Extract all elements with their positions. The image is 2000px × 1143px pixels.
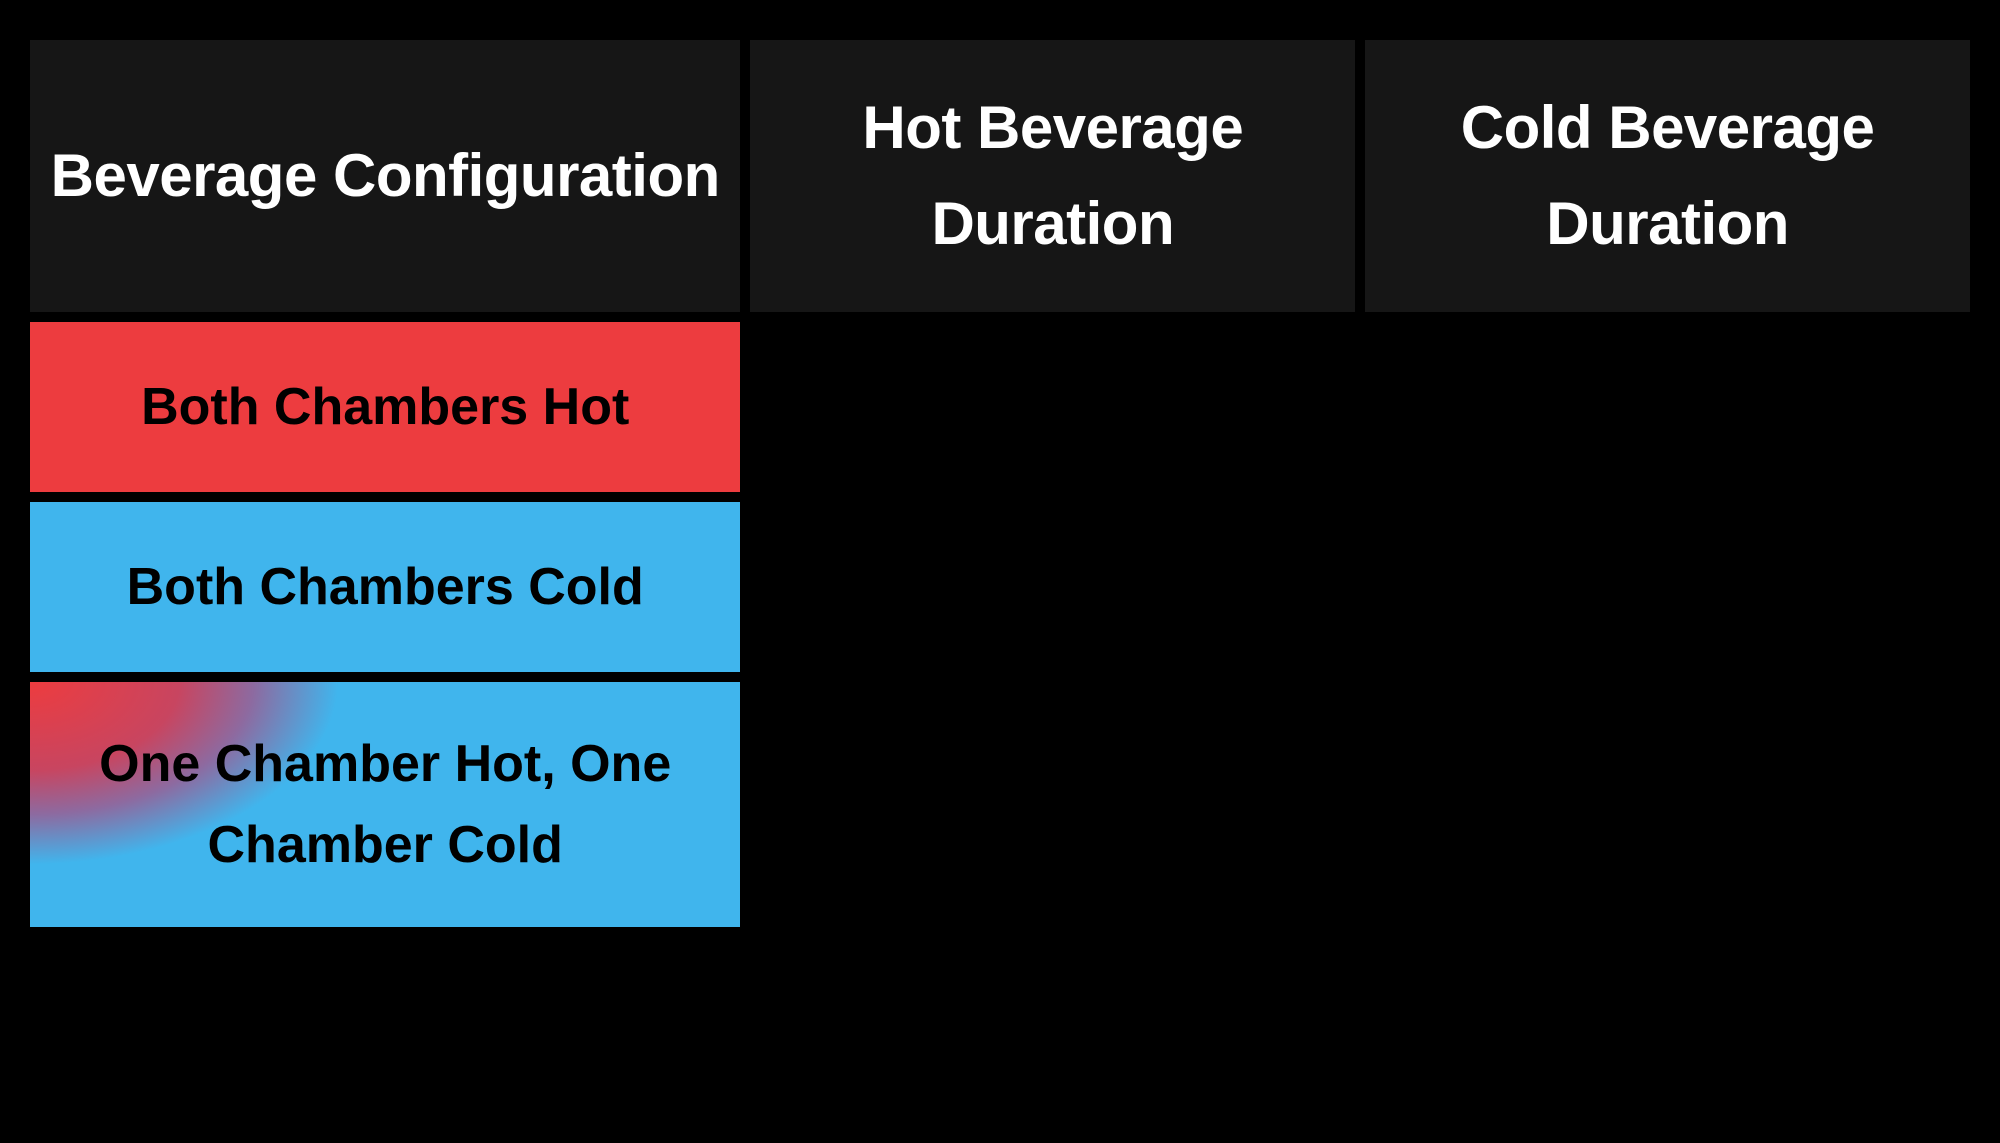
table-row: Both Chambers Hot	[30, 322, 1970, 492]
beverage-table-container: Beverage Configuration Hot Beverage Dura…	[0, 0, 2000, 937]
hot-duration-value	[750, 502, 1355, 672]
header-cold-duration: Cold Beverage Duration	[1365, 40, 1970, 312]
hot-duration-value	[750, 682, 1355, 927]
table-header-row: Beverage Configuration Hot Beverage Dura…	[30, 40, 1970, 312]
config-both-cold: Both Chambers Cold	[30, 502, 740, 672]
config-one-hot-one-cold: One Chamber Hot, One Chamber Cold	[30, 682, 740, 927]
table-row: Both Chambers Cold	[30, 502, 1970, 672]
header-config: Beverage Configuration	[30, 40, 740, 312]
cold-duration-value	[1365, 502, 1970, 672]
beverage-config-table: Beverage Configuration Hot Beverage Dura…	[20, 30, 1980, 937]
config-both-hot: Both Chambers Hot	[30, 322, 740, 492]
cold-duration-value	[1365, 322, 1970, 492]
cold-duration-value	[1365, 682, 1970, 927]
table-row: One Chamber Hot, One Chamber Cold	[30, 682, 1970, 927]
header-hot-duration: Hot Beverage Duration	[750, 40, 1355, 312]
hot-duration-value	[750, 322, 1355, 492]
